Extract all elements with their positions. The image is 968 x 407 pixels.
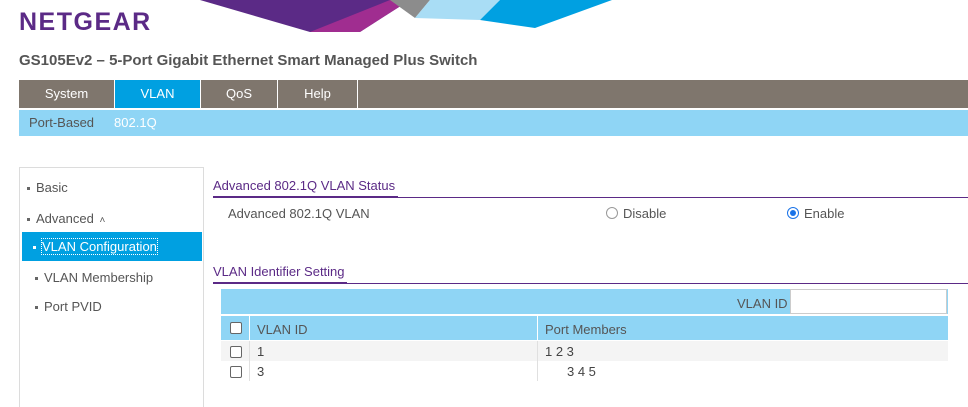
submenu-8021q[interactable]: 802.1Q xyxy=(114,110,157,136)
row-checkbox[interactable] xyxy=(230,346,242,358)
sidebar-item-vlan-configuration[interactable]: VLAN Configuration xyxy=(22,232,202,261)
bullet-icon xyxy=(27,187,30,191)
table-row[interactable] xyxy=(221,341,948,361)
menu-qos[interactable]: QoS xyxy=(201,80,278,108)
header-banner-graphic xyxy=(200,0,612,32)
menu-system[interactable]: System xyxy=(19,80,115,108)
menu-vlan[interactable]: VLAN xyxy=(115,80,201,108)
sidebar-item-advanced[interactable]: Advanced ˄ xyxy=(27,211,105,226)
sidebar-item-vlan-membership[interactable]: VLAN Membership xyxy=(35,270,153,285)
advanced-vlan-label: Advanced 802.1Q VLAN xyxy=(228,206,370,221)
cell-port-members: 1 2 3 xyxy=(545,344,574,359)
product-title: GS105Ev2 – 5-Port Gigabit Ethernet Smart… xyxy=(19,52,478,69)
section-title-vlan-identifier: VLAN Identifier Setting xyxy=(213,264,345,279)
column-header-vlan-id[interactable]: VLAN ID xyxy=(257,322,308,337)
enable-radio[interactable] xyxy=(787,207,799,219)
sub-menu: Port-Based 802.1Q xyxy=(19,110,968,136)
column-divider xyxy=(537,341,538,381)
disable-radio-label: Disable xyxy=(623,206,667,221)
bullet-icon xyxy=(35,277,38,281)
vlan-id-search-input[interactable] xyxy=(790,289,947,314)
column-divider xyxy=(537,316,538,340)
vlan-id-search-label: VLAN ID xyxy=(737,296,788,311)
disable-radio[interactable] xyxy=(606,207,618,219)
select-all-checkbox[interactable] xyxy=(230,322,242,334)
enable-radio-label: Enable xyxy=(804,206,845,221)
main-menu: System VLAN QoS Help xyxy=(19,80,968,108)
sidebar-item-port-pvid[interactable]: Port PVID xyxy=(35,299,102,314)
column-divider xyxy=(249,341,250,381)
section-divider xyxy=(213,283,968,284)
bullet-icon xyxy=(27,218,30,222)
bullet-icon xyxy=(35,306,38,310)
cell-port-members: 3 4 5 xyxy=(567,364,596,379)
section-divider xyxy=(213,197,968,198)
menu-help[interactable]: Help xyxy=(278,80,358,108)
column-header-port-members[interactable]: Port Members xyxy=(545,322,627,337)
bullet-icon xyxy=(33,246,36,250)
submenu-port-based[interactable]: Port-Based xyxy=(29,110,94,136)
column-divider xyxy=(249,316,250,340)
chevron-up-icon: ˄ xyxy=(99,215,106,226)
cell-vlan-id: 3 xyxy=(257,364,265,379)
row-checkbox[interactable] xyxy=(230,366,242,378)
sidebar-item-basic[interactable]: Basic xyxy=(27,180,68,195)
cell-vlan-id: 1 xyxy=(257,344,265,359)
netgear-logo: NETGEAR xyxy=(19,8,152,36)
sidebar: Basic Advanced ˄ VLAN Configuration VLAN… xyxy=(19,167,204,407)
section-title-status: Advanced 802.1Q VLAN Status xyxy=(213,178,396,193)
